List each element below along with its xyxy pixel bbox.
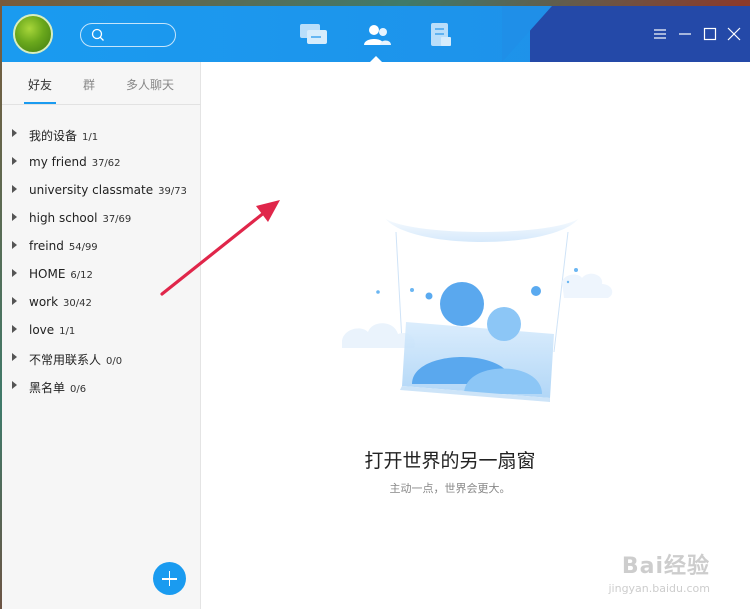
- user-avatar[interactable]: [13, 14, 53, 54]
- group-count: 0/6: [70, 384, 87, 395]
- expand-arrow-icon: [12, 269, 17, 277]
- group-name: freind: [29, 239, 64, 253]
- watermark-brand: Bai经验: [621, 554, 710, 579]
- contact-group[interactable]: 黑名单 0/6: [2, 372, 201, 400]
- contact-group[interactable]: 不常用联系人 0/0: [2, 344, 201, 372]
- annotation-arrow-icon: [160, 200, 280, 296]
- main-title: 打开世界的另一扇窗: [364, 450, 536, 472]
- group-name: HOME: [29, 267, 66, 281]
- expand-arrow-icon: [12, 185, 17, 193]
- tab-multi-chat[interactable]: 多人聊天: [126, 76, 174, 93]
- expand-arrow-icon: [12, 241, 17, 249]
- minimize-icon[interactable]: [677, 26, 693, 42]
- group-name: university classmate: [29, 183, 154, 197]
- contact-group[interactable]: my friend 37/62: [2, 148, 201, 176]
- chat-bubble-icon[interactable]: [299, 22, 329, 48]
- top-bar: [2, 6, 750, 62]
- close-icon[interactable]: [726, 26, 742, 42]
- group-name: my friend: [29, 155, 87, 169]
- group-name: work: [29, 295, 59, 309]
- sidebar-tabs: 好友 群 多人聊天: [2, 62, 201, 105]
- contact-group[interactable]: love 1/1: [2, 316, 201, 344]
- expand-arrow-icon: [12, 325, 17, 333]
- watermark-url: jingyan.baidu.com: [608, 582, 710, 595]
- expand-arrow-icon: [12, 129, 17, 137]
- add-contact-button[interactable]: [153, 562, 186, 595]
- tab-friends[interactable]: 好友: [28, 76, 52, 93]
- expand-arrow-icon: [12, 157, 17, 165]
- group-count: 54/99: [68, 242, 98, 253]
- maximize-icon[interactable]: [702, 26, 718, 42]
- search-icon: [91, 28, 104, 41]
- group-count: 37/69: [102, 214, 132, 225]
- balloon-contacts-illustration: [342, 196, 613, 402]
- baidu-jingyan-watermark: Bai经验 jingyan.baidu.com: [608, 548, 710, 595]
- group-name: 不常用联系人: [29, 353, 102, 367]
- contacts-icon[interactable]: [362, 22, 392, 48]
- group-name: love: [29, 323, 55, 337]
- tab-groups[interactable]: 群: [83, 76, 95, 93]
- main-subtitle: 主动一点，世界会更大。: [389, 482, 511, 495]
- contact-group[interactable]: 我的设备 1/1: [2, 120, 201, 148]
- group-name: 我的设备: [29, 129, 78, 143]
- main-panel: 打开世界的另一扇窗 主动一点，世界会更大。 Bai经验 jingyan.baid…: [202, 62, 750, 609]
- group-name: high school: [29, 211, 98, 225]
- expand-arrow-icon: [12, 213, 17, 221]
- menu-icon[interactable]: [652, 26, 668, 42]
- search-box[interactable]: [80, 23, 176, 47]
- group-count: 37/62: [91, 158, 121, 169]
- group-count: 6/12: [70, 270, 93, 281]
- group-count: 1/1: [59, 326, 76, 337]
- group-name: 黑名单: [29, 381, 66, 395]
- group-count: 1/1: [82, 132, 99, 143]
- qq-window: 好友 群 多人聊天 我的设备 1/1 my friend 37/62 univers…: [2, 6, 750, 609]
- expand-arrow-icon: [12, 353, 17, 361]
- group-count: 0/0: [106, 356, 123, 367]
- expand-arrow-icon: [12, 297, 17, 305]
- expand-arrow-icon: [12, 381, 17, 389]
- contacts-sidebar: 好友 群 多人聊天 我的设备 1/1 my friend 37/62 univers…: [2, 62, 201, 609]
- header-decor-light: [502, 6, 552, 62]
- document-icon[interactable]: [426, 22, 456, 48]
- group-count: 30/42: [63, 298, 92, 309]
- tab-underline: [24, 102, 56, 104]
